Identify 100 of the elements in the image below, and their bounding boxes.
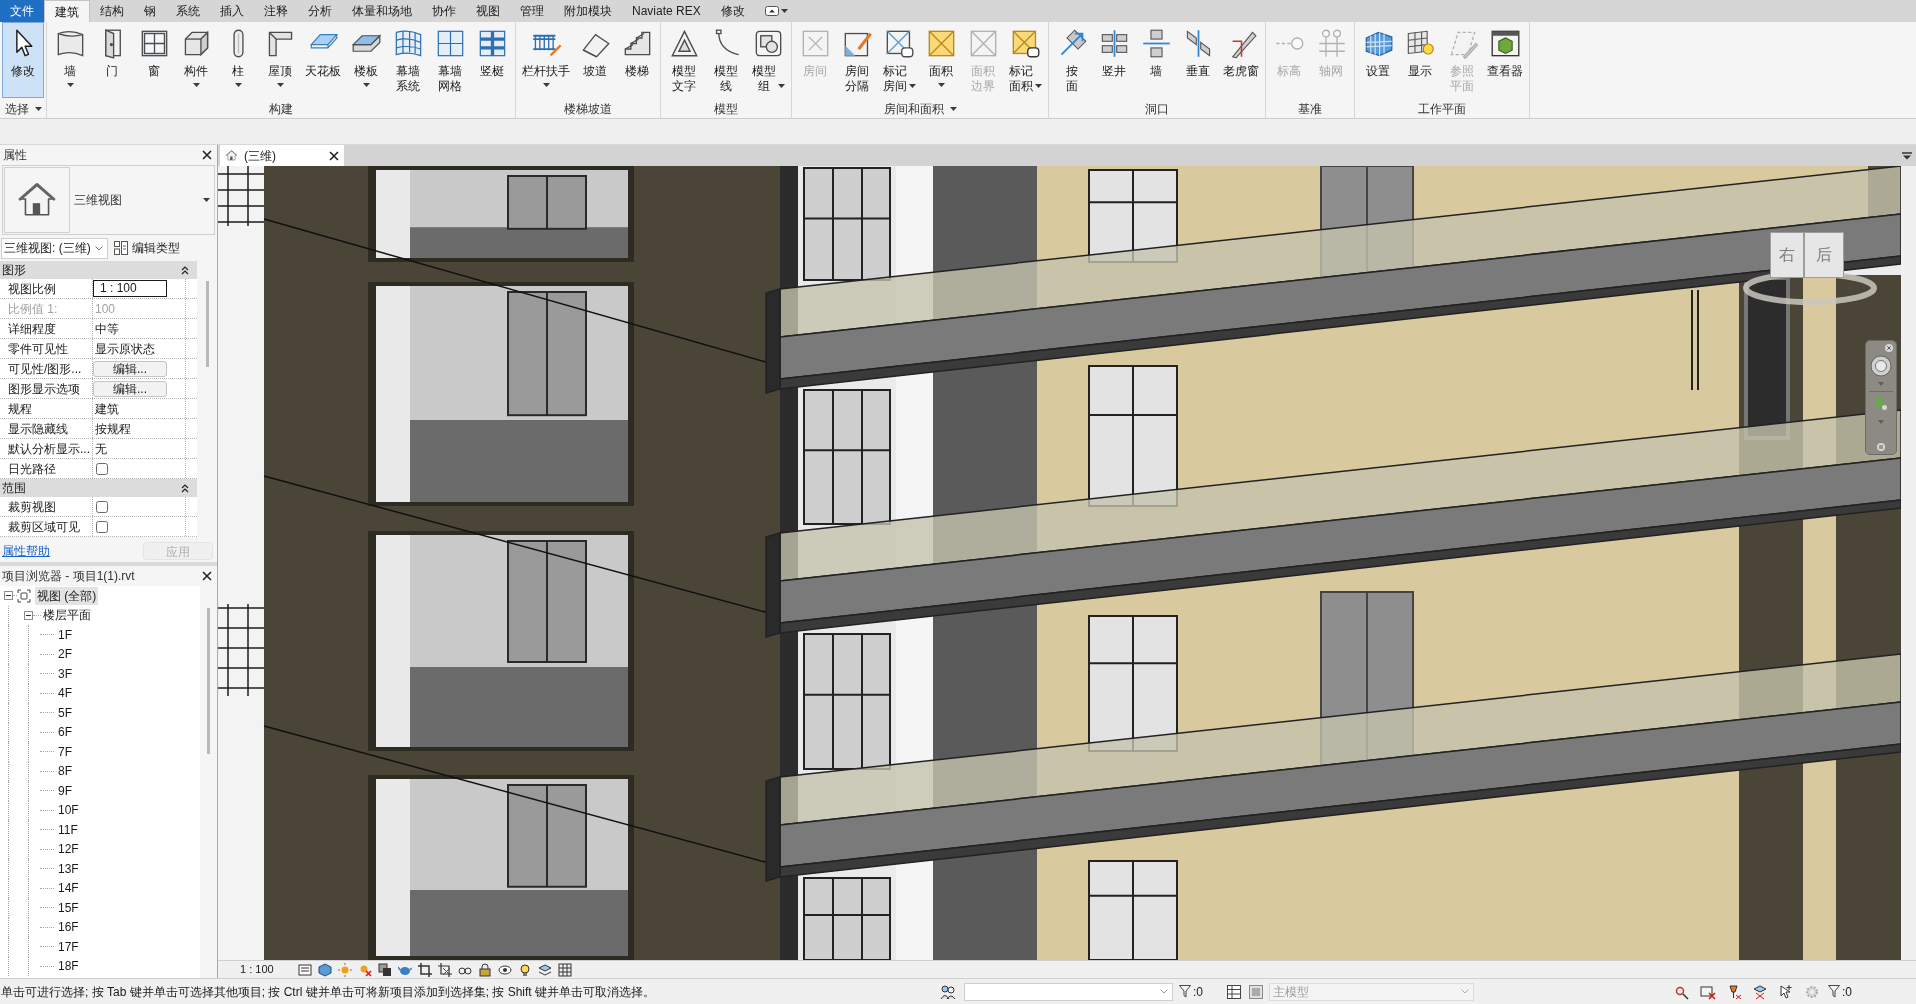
ribbon-button[interactable]: 栏杆扶手 bbox=[518, 22, 574, 98]
tree-item[interactable]: 16F bbox=[56, 918, 81, 937]
eye-icon[interactable] bbox=[498, 962, 512, 977]
tree-item[interactable]: 8F bbox=[56, 762, 74, 781]
ribbon-tab[interactable]: 建筑 bbox=[44, 0, 90, 22]
ribbon-button[interactable]: 墙 bbox=[1135, 22, 1177, 98]
checkbox[interactable] bbox=[96, 462, 108, 475]
collapse-toggle-icon[interactable] bbox=[24, 610, 33, 620]
tree-item[interactable]: 7F bbox=[56, 742, 74, 761]
grid-view-icon[interactable] bbox=[558, 962, 572, 977]
ribbon-button[interactable]: 模型线 bbox=[705, 22, 747, 98]
tree-item[interactable]: 14F bbox=[56, 879, 81, 898]
ribbon-button[interactable]: 模型组 bbox=[747, 22, 789, 98]
filter-icon[interactable] bbox=[1179, 985, 1191, 998]
tree-item[interactable]: 1F bbox=[56, 625, 74, 644]
tree-item[interactable]: 4F bbox=[56, 684, 74, 703]
ribbon-button[interactable]: 面积 bbox=[920, 22, 962, 98]
tree-item[interactable]: 6F bbox=[56, 723, 74, 742]
ribbon-button[interactable]: 窗 bbox=[133, 22, 175, 98]
face-select-icon[interactable] bbox=[1752, 983, 1768, 1000]
type-selector[interactable]: 三维视图 bbox=[2, 165, 215, 235]
ribbon-tab[interactable]: 附加模块 bbox=[554, 0, 622, 22]
view-scale[interactable]: 1 : 100 bbox=[240, 961, 298, 978]
ribbon-button[interactable]: 构件 bbox=[175, 22, 217, 98]
checkbox[interactable] bbox=[96, 520, 108, 533]
edit-button[interactable]: 编辑... bbox=[93, 360, 167, 377]
ribbon-button[interactable]: 标记房间 bbox=[878, 22, 920, 98]
edit-button[interactable]: 编辑... bbox=[93, 380, 167, 397]
help-link[interactable]: 属性帮助 bbox=[2, 542, 50, 560]
underlay-select-icon[interactable] bbox=[1700, 983, 1716, 1000]
square-frame-icon[interactable] bbox=[1249, 984, 1263, 999]
worksets-icon[interactable] bbox=[940, 983, 956, 1000]
ribbon-tab[interactable]: 视图 bbox=[466, 0, 510, 22]
edit-type-button[interactable]: 编辑类型 bbox=[112, 237, 182, 259]
ribbon-button[interactable]: 门 bbox=[91, 22, 133, 98]
close-icon[interactable] bbox=[329, 150, 339, 161]
ribbon-button[interactable]: 标记面积 bbox=[1004, 22, 1046, 98]
ribbon-tab[interactable]: 钢 bbox=[134, 0, 166, 22]
tree-item[interactable]: 10F bbox=[56, 801, 81, 820]
crop-hidden-icon[interactable] bbox=[438, 962, 452, 977]
ribbon-button[interactable]: 楼板 bbox=[345, 22, 387, 98]
ribbon-button[interactable]: 模型文字 bbox=[663, 22, 705, 98]
ribbon-button[interactable]: 坡道 bbox=[574, 22, 616, 98]
ribbon-button[interactable]: 按面 bbox=[1051, 22, 1093, 98]
tree-item[interactable]: 12F bbox=[56, 840, 81, 859]
collapse-icon[interactable] bbox=[181, 265, 190, 275]
file-menu-tab[interactable]: 文件 bbox=[0, 0, 44, 22]
tree-item[interactable]: 3F bbox=[56, 664, 74, 683]
ribbon-button[interactable]: 柱 bbox=[217, 22, 259, 98]
lightbulb-icon[interactable] bbox=[518, 962, 532, 977]
ribbon-tab[interactable]: 结构 bbox=[90, 0, 134, 22]
tree-item[interactable]: 17F bbox=[56, 937, 81, 956]
panel-menu-button[interactable]: 房间和面积 bbox=[883, 100, 957, 118]
pinned-select-icon[interactable] bbox=[1726, 983, 1742, 1000]
ribbon-button[interactable]: 竖梃 bbox=[471, 22, 513, 98]
tree-item[interactable]: 18F bbox=[56, 957, 81, 976]
tree-item[interactable]: 5F bbox=[56, 703, 74, 722]
ribbon-tab[interactable]: 体量和场地 bbox=[342, 0, 422, 22]
scrollbar[interactable] bbox=[205, 281, 209, 367]
ribbon-button[interactable]: 设置 bbox=[1357, 22, 1399, 98]
tree-item[interactable]: 2F bbox=[56, 645, 74, 664]
collapse-icon[interactable] bbox=[181, 483, 190, 493]
ribbon-tab[interactable]: 协作 bbox=[422, 0, 466, 22]
ribbon-button[interactable]: 竖井 bbox=[1093, 22, 1135, 98]
cube-icon[interactable] bbox=[318, 962, 332, 977]
tree-item[interactable]: 9F bbox=[56, 781, 74, 800]
table-icon[interactable] bbox=[1227, 984, 1241, 999]
ribbon-tab[interactable]: 修改 bbox=[710, 0, 755, 22]
ribbon-button[interactable]: 幕墙网格 bbox=[429, 22, 471, 98]
close-icon[interactable] bbox=[202, 150, 212, 160]
dotted-ring-icon[interactable] bbox=[1804, 983, 1820, 1000]
view-selector[interactable]: 三维视图: (三维) bbox=[1, 237, 108, 259]
tree-item[interactable]: 11F bbox=[56, 820, 80, 839]
sheet-icon[interactable] bbox=[298, 962, 312, 977]
ribbon-button[interactable]: 显示 bbox=[1399, 22, 1441, 98]
ribbon-tab[interactable]: 分析 bbox=[298, 0, 342, 22]
ribbon-button[interactable]: 楼梯 bbox=[616, 22, 658, 98]
scrollbar[interactable] bbox=[207, 608, 210, 754]
tree-item[interactable]: 13F bbox=[56, 859, 81, 878]
ribbon-button[interactable]: 老虎窗 bbox=[1219, 22, 1263, 98]
checkbox[interactable] bbox=[96, 500, 108, 513]
crop-icon[interactable] bbox=[418, 962, 432, 977]
ribbon-button[interactable]: 天花板 bbox=[301, 22, 345, 98]
ribbon-tab[interactable]: 插入 bbox=[210, 0, 254, 22]
tab-list-icon[interactable] bbox=[1902, 151, 1912, 160]
ribbon-tab[interactable]: 系统 bbox=[166, 0, 210, 22]
tree-item[interactable]: 15F bbox=[56, 898, 81, 917]
ribbon-button[interactable]: 屋顶 bbox=[259, 22, 301, 98]
layers-icon[interactable] bbox=[538, 962, 552, 977]
ribbon-button[interactable]: 修改 bbox=[2, 22, 44, 98]
ribbon-button[interactable]: 墙 bbox=[49, 22, 91, 98]
filter-icon[interactable] bbox=[1828, 985, 1840, 998]
shadow-icon[interactable] bbox=[378, 962, 392, 977]
lock-icon[interactable] bbox=[478, 962, 492, 977]
tree-item[interactable]: 楼层平面 bbox=[41, 606, 93, 625]
tree-item[interactable]: 视图 (全部) bbox=[35, 586, 99, 605]
ribbon-tab[interactable]: 注释 bbox=[254, 0, 298, 22]
ribbon-button[interactable]: 幕墙系统 bbox=[387, 22, 429, 98]
close-icon[interactable] bbox=[202, 571, 212, 581]
ribbon-button[interactable]: 查看器 bbox=[1483, 22, 1527, 98]
